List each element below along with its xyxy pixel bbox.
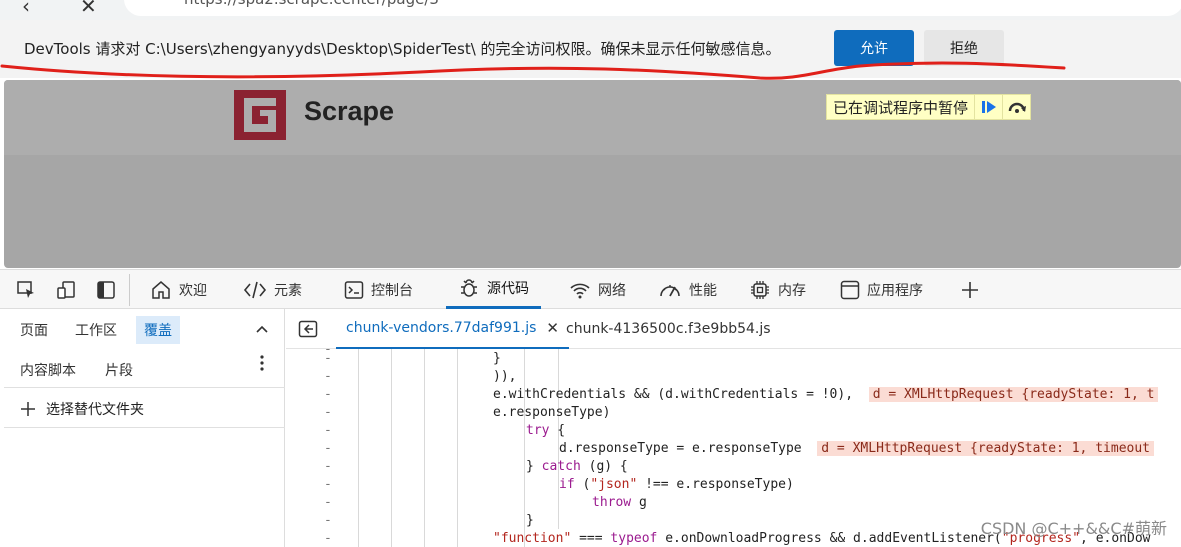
code-line: - e.withCredentials && (d.withCredentials… (286, 387, 1181, 405)
code-line: - try { (324, 423, 566, 438)
url-text: https://spa2.scrape.center/page/3 (184, 0, 439, 8)
resume-icon[interactable] (974, 95, 1002, 119)
select-override-folder[interactable]: 选择替代文件夹 (20, 399, 144, 419)
permission-infobar: DevTools 请求对 C:\Users\zhengyanyyds\Deskt… (0, 20, 1181, 78)
tab-welcome[interactable]: 欢迎 (150, 270, 207, 309)
sources-navigator: 页面 工作区 覆盖 内容脚本 片段 选择替代文件夹 (0, 309, 285, 547)
back-icon[interactable]: ‹ (22, 0, 30, 18)
gauge-icon (660, 284, 680, 296)
more-options-icon[interactable] (250, 351, 274, 375)
code-line: - if ("json" !== e.responseType) (324, 477, 794, 492)
toggle-navigator-icon[interactable] (296, 317, 320, 341)
site-title: Scrape (304, 96, 395, 126)
code-line: - e.responseType) (324, 405, 611, 420)
close-tab-icon[interactable]: ✕ (546, 319, 559, 337)
device-emulation-icon[interactable] (54, 278, 78, 302)
chevron-up-icon[interactable] (250, 317, 274, 341)
console-icon (344, 280, 364, 299)
code-tags-icon (243, 281, 267, 298)
toolbar-separator (129, 274, 130, 306)
editor-tab-chunk-vendors[interactable]: chunk-vendors.77daf991.js ✕ (336, 309, 569, 349)
add-tab-icon[interactable] (958, 278, 982, 302)
select-folder-label: 选择替代文件夹 (46, 402, 144, 418)
page-viewport: Scrape 已在调试程序中暂停 (4, 80, 1181, 268)
paused-label: 已在调试程序中暂停 (833, 98, 969, 117)
nav-tab-content-scripts[interactable]: 内容脚本 (20, 360, 76, 380)
chip-icon (751, 280, 769, 299)
browser-toolbar: ‹ ✕ https://spa2.scrape.center/page/3 (0, 0, 1181, 20)
tab-network[interactable]: 网络 (569, 270, 626, 309)
nav-tab-snippets[interactable]: 片段 (105, 360, 133, 380)
code-line: - d.responseType = e.responseType d = XML… (286, 441, 1181, 459)
site-header: Scrape 已在调试程序中暂停 (4, 80, 1181, 155)
deny-button[interactable]: 拒绝 (924, 30, 1004, 66)
bug-icon (461, 279, 477, 297)
allow-button[interactable]: 允许 (834, 30, 914, 66)
permission-message: DevTools 请求对 C:\Users\zhengyanyyds\Deskt… (24, 40, 781, 58)
tab-sources[interactable]: 源代码 (446, 270, 541, 309)
code-editor[interactable]: - -} -)), - e.withCredentials && (d.withC… (286, 349, 1181, 547)
nav-tab-overrides[interactable]: 覆盖 (136, 316, 180, 344)
code-line: -} (324, 351, 501, 366)
nav-tab-page[interactable]: 页面 (20, 320, 48, 340)
site-logo[interactable] (234, 90, 286, 140)
app-window-icon (840, 280, 860, 299)
home-icon (152, 280, 170, 299)
code-line: -)), (324, 369, 517, 384)
tab-memory[interactable]: 内存 (749, 270, 806, 309)
code-line: -} catch (g) { (324, 459, 628, 474)
tab-console[interactable]: 控制台 (344, 270, 413, 309)
close-icon[interactable]: ✕ (80, 0, 97, 18)
wifi-icon (570, 283, 590, 298)
plus-icon (21, 402, 35, 416)
debugger-paused-overlay: 已在调试程序中暂停 (826, 94, 1032, 120)
watermark: CSDN @C++&&C#萌新 (980, 519, 1167, 538)
inspect-element-icon[interactable] (14, 278, 38, 302)
pane-divider (4, 427, 285, 428)
nav-tab-workspace[interactable]: 工作区 (75, 320, 117, 340)
tab-application[interactable]: 应用程序 (840, 270, 923, 309)
code-line: - throw g (324, 495, 647, 510)
editor-tabbar: chunk-vendors.77daf991.js ✕ chunk-413650… (286, 309, 1181, 349)
devtools-tabbar: 欢迎 元素 控制台 源代码 网络 性能 内存 应用程序 (0, 269, 1181, 309)
tab-performance[interactable]: 性能 (658, 270, 717, 309)
editor-tab-chunk-4136500c[interactable]: chunk-4136500c.f3e9bb54.js (566, 309, 771, 349)
debug-inline-value: d = XMLHttpRequest {readyState: 1, timeo… (817, 441, 1155, 456)
dock-side-icon[interactable] (94, 278, 118, 302)
pane-divider (4, 387, 285, 388)
step-over-icon[interactable] (1002, 95, 1030, 119)
address-bar[interactable]: https://spa2.scrape.center/page/3 (124, 0, 1181, 16)
tab-elements[interactable]: 元素 (243, 270, 302, 309)
